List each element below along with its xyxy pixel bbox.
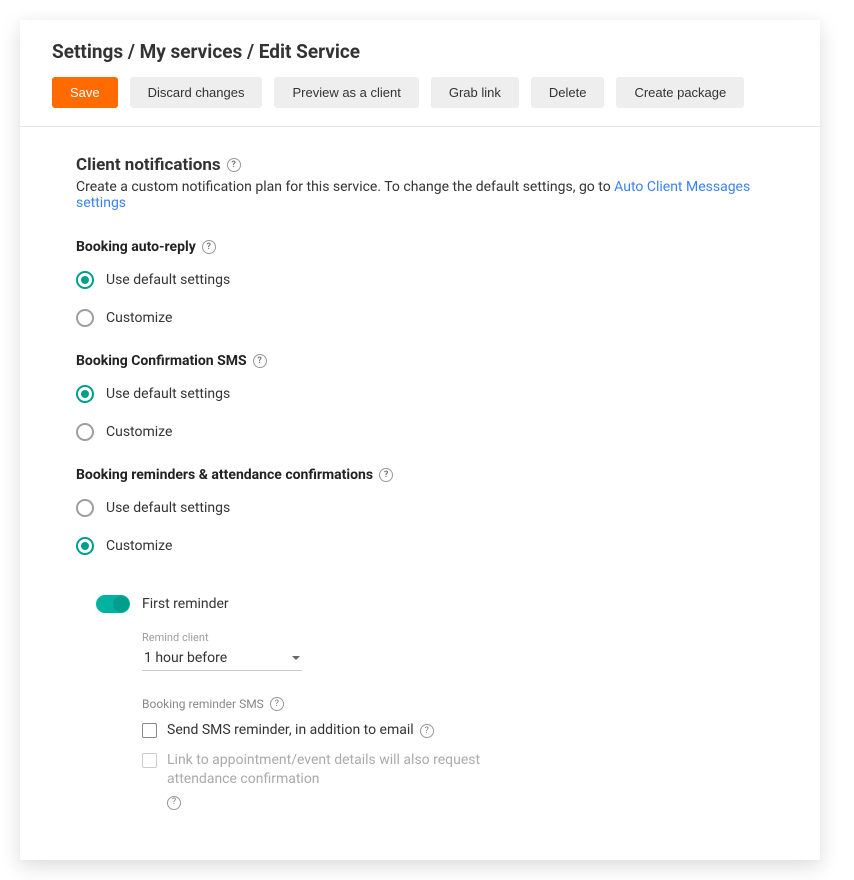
remind-client-value: 1 hour before <box>144 650 227 666</box>
radio-selected-icon <box>76 271 94 289</box>
send-sms-label: Send SMS reminder, in addition to email … <box>167 721 434 741</box>
help-icon[interactable]: ? <box>202 240 216 254</box>
help-icon[interactable]: ? <box>227 158 241 172</box>
reminders-title: Booking reminders & attendance confirmat… <box>76 467 373 483</box>
radio-icon <box>76 423 94 441</box>
remind-client-select[interactable]: 1 hour before <box>142 646 302 671</box>
create-package-button[interactable]: Create package <box>616 77 744 108</box>
auto-reply-title: Booking auto-reply <box>76 239 196 255</box>
content: Client notifications ? Create a custom n… <box>20 127 820 860</box>
radio-icon <box>76 309 94 327</box>
reminders-customize-option[interactable]: Customize <box>76 531 764 561</box>
reminder-sms-title-row: Booking reminder SMS ? <box>142 697 284 711</box>
auto-reply-customize-option[interactable]: Customize <box>76 303 764 333</box>
confirmation-sms-title: Booking Confirmation SMS <box>76 353 247 369</box>
auto-reply-title-row: Booking auto-reply ? <box>76 239 216 255</box>
confirmation-sms-customize-option[interactable]: Customize <box>76 417 764 447</box>
confirmation-sms-radio-group: Use default settings Customize <box>76 379 764 447</box>
radio-label: Customize <box>106 310 172 326</box>
radio-icon <box>76 499 94 517</box>
link-attendance-text: Link to appointment/event details will a… <box>167 751 547 790</box>
section-title: Client notifications <box>76 155 221 175</box>
delete-button[interactable]: Delete <box>531 77 605 108</box>
send-sms-checkbox-row[interactable]: Send SMS reminder, in addition to email … <box>142 721 764 741</box>
reminder-sms-section: Booking reminder SMS ? Send SMS reminder… <box>142 693 764 810</box>
first-reminder-toggle-row: First reminder <box>96 595 764 613</box>
checkbox-disabled-icon <box>142 753 157 768</box>
confirmation-sms-title-row: Booking Confirmation SMS ? <box>76 353 267 369</box>
radio-label: Customize <box>106 424 172 440</box>
remind-client-label: Remind client <box>142 631 764 644</box>
help-icon[interactable]: ? <box>270 697 284 711</box>
radio-label: Use default settings <box>106 386 230 402</box>
section-title-row: Client notifications ? <box>76 155 241 175</box>
radio-label: Use default settings <box>106 500 230 516</box>
radio-selected-icon <box>76 537 94 555</box>
auto-reply-default-option[interactable]: Use default settings <box>76 265 764 295</box>
toolbar: Save Discard changes Preview as a client… <box>52 77 788 108</box>
reminders-radio-group: Use default settings Customize <box>76 493 764 561</box>
help-icon: ? <box>167 796 181 810</box>
radio-label: Customize <box>106 538 172 554</box>
section-desc-text: Create a custom notification plan for th… <box>76 179 614 195</box>
help-icon[interactable]: ? <box>420 724 434 738</box>
page-header: Settings / My services / Edit Service Sa… <box>20 20 820 127</box>
radio-label: Use default settings <box>106 272 230 288</box>
auto-reply-radio-group: Use default settings Customize <box>76 265 764 333</box>
send-sms-text: Send SMS reminder, in addition to email <box>167 721 414 741</box>
grab-link-button[interactable]: Grab link <box>431 77 519 108</box>
reminders-title-row: Booking reminders & attendance confirmat… <box>76 467 393 483</box>
discard-button[interactable]: Discard changes <box>130 77 263 108</box>
radio-selected-icon <box>76 385 94 403</box>
link-attendance-checkbox-row: Link to appointment/event details will a… <box>142 751 764 810</box>
first-reminder-label: First reminder <box>142 596 229 612</box>
reminders-customize-panel: First reminder Remind client 1 hour befo… <box>96 575 764 810</box>
help-icon[interactable]: ? <box>379 468 393 482</box>
breadcrumb: Settings / My services / Edit Service <box>52 40 788 63</box>
checkbox-icon <box>142 723 157 738</box>
reminder-sms-title: Booking reminder SMS <box>142 697 264 711</box>
preview-button[interactable]: Preview as a client <box>274 77 418 108</box>
link-attendance-label: Link to appointment/event details will a… <box>167 751 547 810</box>
remind-client-field: Remind client 1 hour before <box>142 631 764 671</box>
chevron-down-icon <box>292 656 300 660</box>
first-reminder-toggle[interactable] <box>96 595 130 613</box>
settings-page: Settings / My services / Edit Service Sa… <box>20 20 820 860</box>
section-description: Create a custom notification plan for th… <box>76 179 764 211</box>
save-button[interactable]: Save <box>52 77 118 108</box>
confirmation-sms-default-option[interactable]: Use default settings <box>76 379 764 409</box>
reminders-default-option[interactable]: Use default settings <box>76 493 764 523</box>
help-icon[interactable]: ? <box>253 354 267 368</box>
